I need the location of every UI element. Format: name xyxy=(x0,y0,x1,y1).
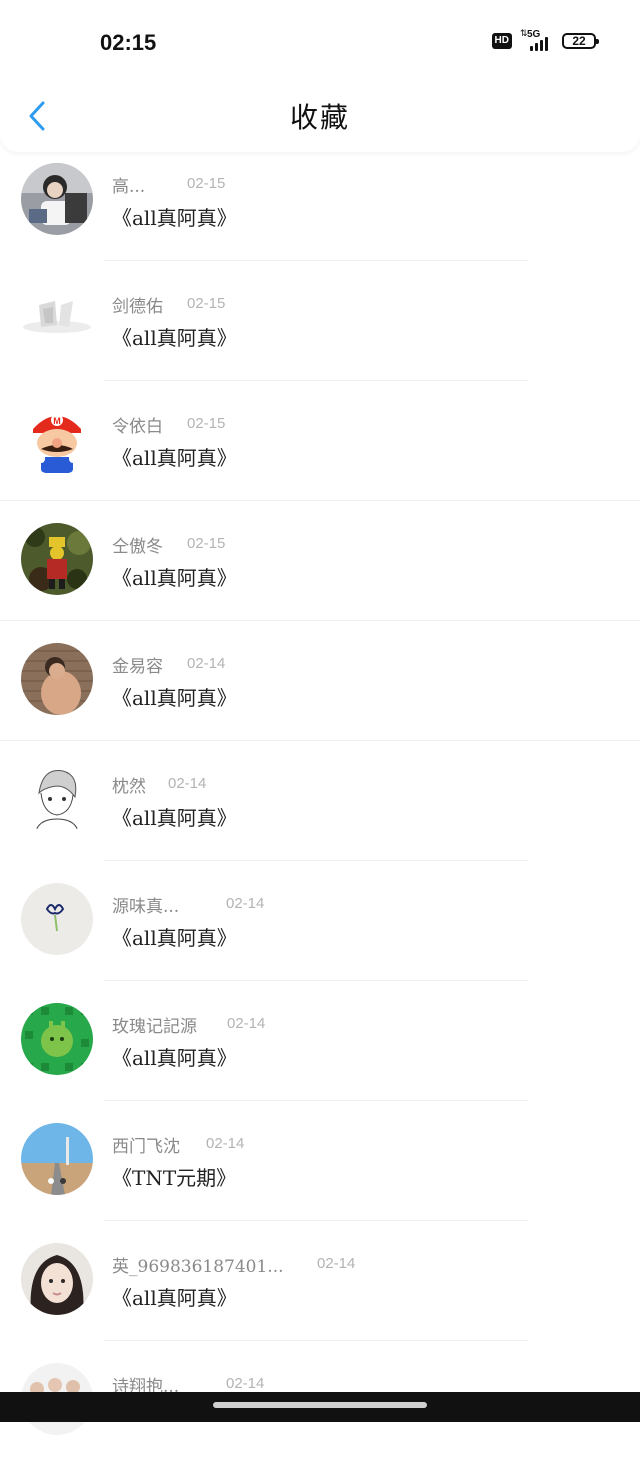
list-item[interactable]: 枕然 02-14 《all真阿真》 xyxy=(0,752,640,872)
list-item[interactable]: 高... 02-15 《all真阿真》 xyxy=(0,152,640,272)
list-item[interactable]: 金易容 02-14 《all真阿真》 xyxy=(0,632,640,752)
user-name: 英_969836187401... xyxy=(112,1252,284,1277)
divider xyxy=(104,860,528,861)
user-name: 金易容 xyxy=(112,652,163,677)
avatar[interactable] xyxy=(21,1243,93,1315)
user-name: 令依白 xyxy=(112,412,163,437)
divider xyxy=(104,1340,528,1341)
divider xyxy=(104,1220,528,1221)
work-title: 《all真阿真》 xyxy=(112,442,237,471)
divider xyxy=(104,980,528,981)
list-item[interactable]: 剑德佑 02-15 《all真阿真》 xyxy=(0,272,640,392)
divider xyxy=(104,1100,528,1101)
item-date: 02-14 xyxy=(226,895,264,912)
user-name: 仝傲冬 xyxy=(112,532,163,557)
list-item[interactable]: M 令依白 02-15 《all真阿真》 xyxy=(0,392,640,512)
system-nav-bar xyxy=(0,1392,640,1422)
list-item[interactable]: 仝傲冬 02-15 《all真阿真》 xyxy=(0,512,640,632)
divider xyxy=(0,500,640,501)
user-name: 剑德佑 xyxy=(112,292,163,317)
status-icons: HD ⇅ 5G 22 xyxy=(492,31,596,51)
avatar[interactable] xyxy=(21,1123,93,1195)
divider xyxy=(0,620,640,621)
work-title: 《all真阿真》 xyxy=(112,682,237,711)
signal-bars-icon xyxy=(530,37,548,51)
avatar[interactable]: M xyxy=(21,403,93,475)
item-date: 02-14 xyxy=(206,1135,244,1152)
avatar[interactable] xyxy=(21,643,93,715)
item-date: 02-15 xyxy=(187,415,225,432)
list-item[interactable]: 玫瑰记記源 02-14 《all真阿真》 xyxy=(0,992,640,1112)
avatar[interactable] xyxy=(21,1003,93,1075)
avatar[interactable] xyxy=(21,283,93,355)
user-name: 玫瑰记記源 xyxy=(112,1012,197,1037)
item-date: 02-14 xyxy=(317,1255,355,1272)
work-title: 《all真阿真》 xyxy=(112,922,237,951)
work-title: 《all真阿真》 xyxy=(112,1282,237,1311)
item-date: 02-15 xyxy=(187,535,225,552)
work-title: 《all真阿真》 xyxy=(112,802,237,831)
home-indicator[interactable] xyxy=(213,1402,427,1408)
favorites-list: 高... 02-15 《all真阿真》 剑德佑 02-15 《all真阿真》 M xyxy=(0,152,640,1472)
item-date: 02-15 xyxy=(187,295,225,312)
user-name: 枕然 xyxy=(112,772,146,797)
avatar[interactable] xyxy=(21,163,93,235)
item-date: 02-14 xyxy=(187,655,225,672)
divider xyxy=(104,260,528,261)
work-title: 《TNT元期》 xyxy=(112,1162,236,1191)
item-date: 02-15 xyxy=(187,175,225,192)
item-date: 02-14 xyxy=(227,1015,265,1032)
avatar[interactable] xyxy=(21,763,93,835)
user-name: 西门飞沈 xyxy=(112,1132,180,1157)
user-name: 高... xyxy=(112,172,145,197)
list-item[interactable]: 源味真... 02-14 《all真阿真》 xyxy=(0,872,640,992)
divider xyxy=(0,740,640,741)
item-date: 02-14 xyxy=(168,775,206,792)
battery-level: 22 xyxy=(572,34,585,48)
work-title: 《all真阿真》 xyxy=(112,562,237,591)
list-item[interactable]: 英_969836187401... 02-14 《all真阿真》 xyxy=(0,1232,640,1352)
work-title: 《all真阿真》 xyxy=(112,202,237,231)
avatar[interactable] xyxy=(21,883,93,955)
work-title: 《all真阿真》 xyxy=(112,322,237,351)
list-item[interactable]: 西门飞沈 02-14 《TNT元期》 xyxy=(0,1112,640,1232)
divider xyxy=(104,380,528,381)
status-bar: 02:15 HD ⇅ 5G 22 xyxy=(0,0,640,80)
status-time: 02:15 xyxy=(100,30,156,56)
work-title: 《all真阿真》 xyxy=(112,1042,237,1071)
svg-text:M: M xyxy=(53,416,61,426)
signal-icon: ⇅ 5G xyxy=(520,31,554,51)
user-name: 源味真... xyxy=(112,892,179,917)
hd-icon: HD xyxy=(492,33,512,49)
avatar[interactable] xyxy=(21,523,93,595)
nav-bar: 收藏 xyxy=(0,80,640,152)
page-title: 收藏 xyxy=(0,96,640,136)
battery-icon: 22 xyxy=(562,33,596,49)
item-date: 02-14 xyxy=(226,1375,264,1392)
